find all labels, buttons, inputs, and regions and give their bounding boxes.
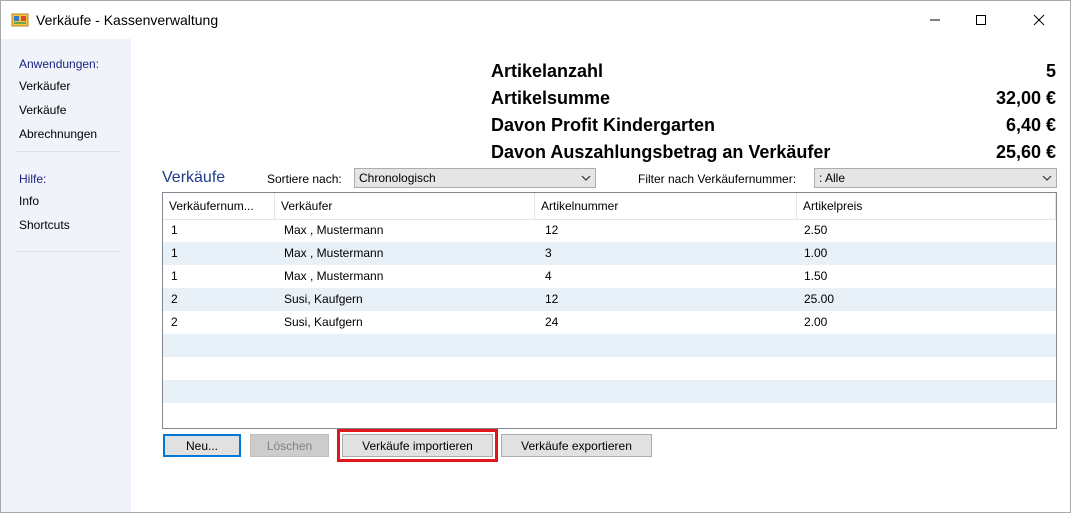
table-row[interactable]: 1 Max , Mustermann 4 1.50 [163, 265, 1056, 288]
summary-value-artikelanzahl: 5 [1045, 61, 1056, 81]
minimize-button[interactable] [912, 1, 958, 39]
table-row[interactable]: 2 Susi, Kaufgern 12 25.00 [163, 288, 1056, 311]
summary-label-artikelsumme: Artikelsumme [491, 88, 611, 108]
window-title: Verkäufe - Kassenverwaltung [36, 12, 219, 28]
cell-artikelpreis: 25.00 [804, 292, 835, 306]
sort-select-value: Chronologisch [359, 171, 436, 185]
close-icon [1033, 14, 1045, 26]
maximize-button[interactable] [958, 1, 1004, 39]
cell-verkaeufernummer: 2 [171, 292, 178, 306]
table-header: Verkäufernum... Verkäufer Artikelnummer … [163, 193, 1056, 220]
summary-label-auszahlung: Davon Auszahlungsbetrag an Verkäufer [491, 142, 831, 162]
sales-section-title: Verkäufe [162, 169, 226, 186]
chevron-down-icon [1042, 175, 1052, 181]
table-row[interactable]: 2 Susi, Kaufgern 24 2.00 [163, 311, 1056, 334]
table-row-empty [163, 403, 1056, 426]
column-header-verkaeufernummer[interactable]: Verkäufernum... [163, 193, 275, 219]
cell-verkaeufer: Max , Mustermann [284, 246, 384, 260]
summary-value-profit: 6,40 € [1005, 115, 1056, 135]
cell-verkaeufer: Max , Mustermann [284, 269, 384, 283]
sidebar: Anwendungen: Verkäufer Verkäufe Abrechnu… [1, 39, 131, 512]
app-window: Verkäufe - Kassenverwaltung Anwendungen:… [0, 0, 1071, 513]
export-button[interactable]: Verkäufe exportieren [501, 434, 652, 457]
cell-artikelpreis: 1.00 [804, 246, 828, 260]
sidebar-item-verkaeufe[interactable]: Verkäufe [19, 103, 66, 117]
cell-verkaeufernummer: 1 [171, 246, 178, 260]
cell-verkaeufer: Susi, Kaufgern [284, 292, 363, 306]
sort-select[interactable]: Chronologisch [354, 168, 596, 188]
title-bar: Verkäufe - Kassenverwaltung [1, 1, 1070, 39]
table-row-empty [163, 380, 1056, 403]
sidebar-item-shortcuts[interactable]: Shortcuts [19, 218, 70, 232]
cell-artikelpreis: 1.50 [804, 269, 828, 283]
minimize-icon [930, 19, 940, 21]
maximize-icon [976, 15, 986, 25]
close-button[interactable] [1016, 1, 1062, 39]
sales-table[interactable]: Verkäufernum... Verkäufer Artikelnummer … [162, 192, 1057, 429]
delete-button[interactable]: Löschen [250, 434, 329, 457]
sidebar-item-abrechnungen[interactable]: Abrechnungen [19, 127, 97, 141]
sidebar-item-verkaeufer[interactable]: Verkäufer [19, 79, 70, 93]
cell-verkaeufer: Max , Mustermann [284, 223, 384, 237]
column-header-artikelnummer[interactable]: Artikelnummer [535, 193, 797, 219]
table-row[interactable]: 1 Max , Mustermann 3 1.00 [163, 242, 1056, 265]
summary-label-artikelanzahl: Artikelanzahl [491, 61, 604, 81]
cell-verkaeufernummer: 2 [171, 315, 178, 329]
table-row-empty [163, 334, 1056, 357]
cell-artikelnummer: 24 [545, 315, 559, 329]
cell-artikelnummer: 4 [545, 269, 552, 283]
cell-verkaeufernummer: 1 [171, 223, 178, 237]
table-row[interactable]: 1 Max , Mustermann 12 2.50 [163, 219, 1056, 242]
sidebar-divider [15, 251, 121, 252]
column-header-verkaeufer[interactable]: Verkäufer [275, 193, 535, 219]
filter-select-value: : Alle [819, 171, 846, 185]
cell-artikelpreis: 2.00 [804, 315, 828, 329]
chevron-down-icon [581, 175, 591, 181]
cell-verkaeufer: Susi, Kaufgern [284, 315, 363, 329]
cell-verkaeufernummer: 1 [171, 269, 178, 283]
column-header-artikelpreis[interactable]: Artikelpreis [797, 193, 1056, 219]
sidebar-item-info[interactable]: Info [19, 194, 39, 208]
new-button[interactable]: Neu... [163, 434, 241, 457]
filter-select[interactable]: : Alle [814, 168, 1057, 188]
sidebar-divider [15, 151, 121, 152]
cell-artikelpreis: 2.50 [804, 223, 828, 237]
sidebar-group-anwendungen: Anwendungen: [19, 57, 100, 71]
app-icon [11, 11, 29, 29]
cell-artikelnummer: 3 [545, 246, 552, 260]
import-button[interactable]: Verkäufe importieren [342, 434, 493, 457]
summary-value-auszahlung: 25,60 € [995, 142, 1056, 162]
cell-artikelnummer: 12 [545, 292, 559, 306]
summary-value-artikelsumme: 32,00 € [995, 88, 1056, 108]
cell-artikelnummer: 12 [545, 223, 559, 237]
filter-label: Filter nach Verkäufernummer: [638, 172, 797, 186]
sort-label: Sortiere nach: [267, 172, 342, 186]
sidebar-group-hilfe: Hilfe: [19, 172, 47, 186]
summary-label-profit: Davon Profit Kindergarten [491, 115, 716, 135]
table-row-empty [163, 357, 1056, 380]
